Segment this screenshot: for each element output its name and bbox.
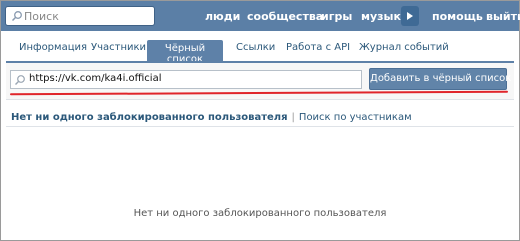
nav-logout[interactable]: выйти bbox=[486, 10, 520, 23]
empty-state-message: Нет ни одного заблокированного пользоват… bbox=[133, 208, 387, 219]
search-icon bbox=[15, 75, 25, 85]
play-icon bbox=[407, 12, 413, 20]
url-value: https://vk.com/ka4i.official bbox=[29, 73, 162, 84]
tab-api[interactable]: Работа с API bbox=[286, 42, 350, 53]
play-button[interactable] bbox=[401, 6, 419, 26]
tab-blacklist[interactable]: Чёрный список bbox=[147, 40, 223, 65]
nav-games[interactable]: игры bbox=[321, 10, 352, 23]
tab-info[interactable]: Информация bbox=[19, 42, 87, 53]
nav-communities[interactable]: сообщества bbox=[247, 10, 323, 23]
nav-people[interactable]: люди bbox=[205, 10, 240, 23]
tab-event-log[interactable]: Журнал событий bbox=[359, 42, 449, 53]
tab-members[interactable]: Участники bbox=[91, 42, 146, 53]
search-placeholder: Поиск bbox=[24, 10, 59, 23]
nav-help[interactable]: помощь bbox=[432, 10, 483, 23]
add-to-blacklist-button[interactable]: Добавить в чёрный список bbox=[369, 68, 511, 90]
blacklist-url-input[interactable]: https://vk.com/ka4i.official bbox=[10, 70, 362, 89]
tabs-bar: Информация Участники Чёрный список Ссылк… bbox=[1, 31, 519, 65]
blacklist-subheader: Нет ни одного заблокированного пользоват… bbox=[11, 112, 412, 123]
subheader-title: Нет ни одного заблокированного пользоват… bbox=[11, 112, 288, 123]
search-icon bbox=[11, 11, 22, 22]
search-members-link[interactable]: Поиск по участникам bbox=[299, 112, 412, 123]
subheader-divider bbox=[6, 126, 514, 127]
top-header: Поиск люди сообщества игры музыка помощь… bbox=[1, 1, 520, 31]
search-input[interactable]: Поиск bbox=[5, 6, 155, 26]
tab-links[interactable]: Ссылки bbox=[236, 42, 275, 53]
subheader-separator: | bbox=[291, 112, 295, 123]
